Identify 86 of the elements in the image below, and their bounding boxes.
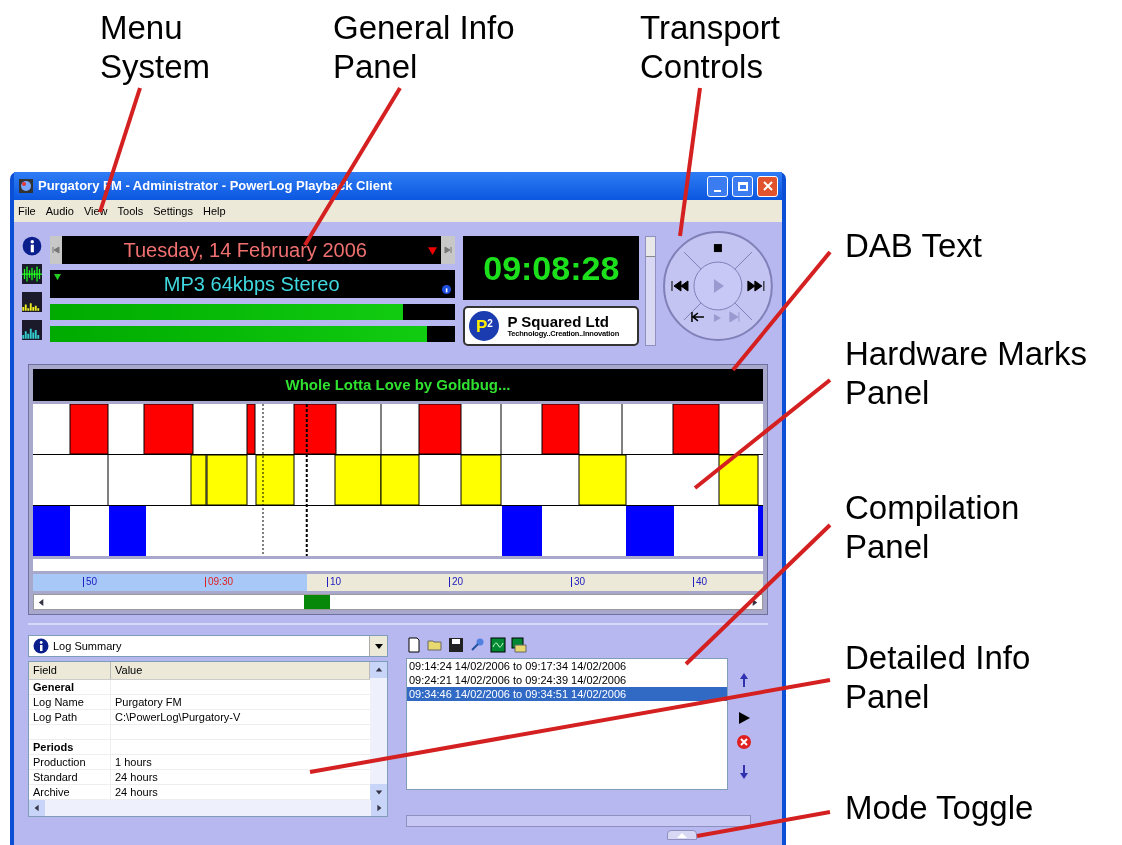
date-text: Tuesday, 14 February 2006 bbox=[122, 238, 368, 263]
ruler-label: 50 bbox=[83, 577, 98, 587]
ruler-label: 10 bbox=[327, 577, 342, 587]
waveform-icon[interactable] bbox=[22, 264, 42, 284]
compilation-item[interactable]: 09:14:24 14/02/2006 to 09:17:34 14/02/2006 bbox=[407, 659, 727, 673]
scrollbar-thumb[interactable] bbox=[303, 595, 330, 609]
menu-item[interactable]: Audio bbox=[45, 202, 74, 220]
annotation-label: Mode Toggle bbox=[845, 788, 1034, 827]
chart-folder-icon[interactable] bbox=[511, 637, 527, 653]
scroll-right-icon[interactable] bbox=[375, 804, 383, 812]
spectrum-icon[interactable] bbox=[22, 320, 42, 340]
previous-track-icon[interactable] bbox=[671, 280, 689, 292]
stop-icon[interactable] bbox=[714, 244, 723, 253]
field-cell: Archive bbox=[33, 786, 70, 798]
format-text: MP3 64kbps Stereo bbox=[162, 272, 341, 297]
annotation-label: Detailed Info Panel bbox=[845, 638, 1031, 716]
ruler-label: 20 bbox=[449, 577, 464, 587]
logo-name: P Squared Ltd bbox=[507, 314, 609, 330]
menu-item[interactable]: Tools bbox=[117, 202, 144, 220]
maximize-button[interactable] bbox=[732, 175, 753, 197]
compilation-item[interactable]: 09:24:21 14/02/2006 to 09:24:39 14/02/2006 bbox=[407, 673, 727, 687]
minimize-button[interactable] bbox=[707, 175, 728, 197]
field-cell: General bbox=[33, 681, 74, 693]
annotation-label: General Info Panel bbox=[333, 8, 515, 86]
next-day-button[interactable] bbox=[441, 236, 456, 264]
new-document-icon[interactable] bbox=[406, 637, 422, 653]
scroll-left-icon[interactable] bbox=[37, 597, 46, 607]
next-icon bbox=[444, 246, 453, 254]
horizontal-scrollbar[interactable] bbox=[33, 594, 763, 610]
info-selector-dropdown[interactable]: Log Summary bbox=[28, 635, 388, 657]
dropdown-value: Log Summary bbox=[53, 638, 123, 654]
scroll-up-icon[interactable] bbox=[374, 666, 383, 674]
ruler-label: 40 bbox=[693, 577, 708, 587]
annotation-label: DAB Text bbox=[845, 226, 982, 265]
field-cell: Standard bbox=[33, 771, 78, 783]
info-icon bbox=[33, 638, 49, 654]
skip-back-icon[interactable] bbox=[691, 311, 705, 323]
dropdown-triangle-icon[interactable] bbox=[428, 245, 438, 255]
spectrum-icon[interactable] bbox=[22, 292, 42, 312]
previous-day-button[interactable] bbox=[49, 236, 62, 264]
chart-icon[interactable] bbox=[490, 637, 506, 653]
triangle-icon[interactable] bbox=[53, 274, 61, 281]
value-cell: Purgatory FM bbox=[115, 696, 182, 708]
close-button[interactable] bbox=[757, 175, 778, 197]
field-cell: Log Path bbox=[33, 711, 78, 723]
field-cell: Log Name bbox=[33, 696, 84, 708]
delete-icon[interactable] bbox=[736, 734, 752, 750]
vertical-scrollbar[interactable] bbox=[370, 662, 387, 800]
app-icon bbox=[18, 178, 34, 194]
compilation-item[interactable]: 09:34:46 14/02/2006 to 09:34:51 14/02/2006 bbox=[407, 687, 727, 701]
value-cell: 24 hours bbox=[115, 771, 158, 783]
play-icon bbox=[714, 279, 725, 293]
logo-letter: P$^{2}$ bbox=[475, 317, 493, 335]
annotation-label: Compilation Panel bbox=[845, 488, 1020, 566]
close-icon bbox=[762, 181, 773, 191]
clock-text: 09:08:28 bbox=[483, 247, 620, 289]
dropdown-caret-icon[interactable] bbox=[374, 642, 383, 650]
info-icon[interactable] bbox=[442, 285, 452, 294]
field-cell: Periods bbox=[33, 741, 74, 753]
annotation-label: Menu System bbox=[100, 8, 211, 86]
ruler-label: 09:30 bbox=[205, 577, 234, 587]
horizontal-scrollbar[interactable] bbox=[29, 800, 387, 816]
menu-item[interactable]: Help bbox=[202, 202, 226, 220]
ruler-label: 30 bbox=[571, 577, 586, 587]
scroll-left-icon[interactable] bbox=[33, 804, 41, 812]
mode-toggle-button[interactable] bbox=[667, 830, 697, 840]
scrollbar[interactable] bbox=[645, 236, 657, 346]
next-track-icon[interactable] bbox=[747, 280, 765, 292]
menu-item[interactable]: File bbox=[18, 202, 36, 220]
menu-item[interactable]: Settings bbox=[153, 202, 193, 220]
value-cell: C:\PowerLog\Purgatory-V bbox=[115, 711, 241, 723]
search-icon[interactable] bbox=[469, 637, 485, 653]
save-icon[interactable] bbox=[448, 637, 464, 653]
value-cell: 24 hours bbox=[115, 786, 158, 798]
caret-up-icon bbox=[677, 832, 687, 838]
play-icon[interactable] bbox=[736, 710, 752, 726]
column-header[interactable]: Field bbox=[29, 662, 111, 679]
dab-text: Whole Lotta Love by Goldbug... bbox=[285, 374, 511, 395]
info-icon[interactable] bbox=[22, 236, 42, 256]
field-cell: Production bbox=[33, 756, 86, 768]
value-cell: 1 hours bbox=[115, 756, 152, 768]
previous-icon bbox=[51, 246, 60, 254]
annotation-label: Hardware Marks Panel bbox=[845, 334, 1088, 412]
scrollbar-thumb[interactable] bbox=[646, 237, 656, 257]
annotation-label: Transport Controls bbox=[640, 8, 780, 86]
scroll-down-icon[interactable] bbox=[374, 788, 383, 796]
